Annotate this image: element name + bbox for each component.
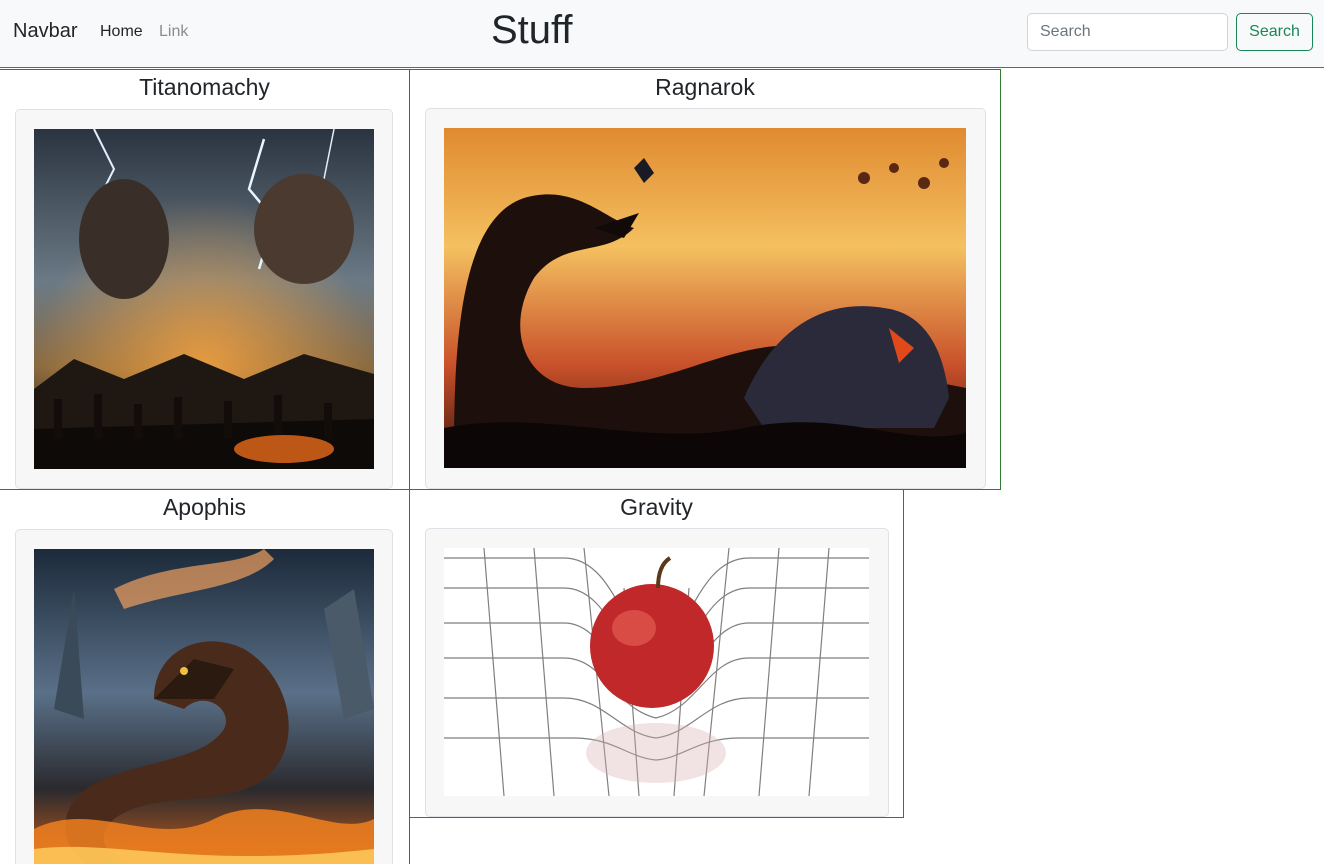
nav-link-home[interactable]: Home bbox=[100, 23, 143, 41]
card-title: Gravity bbox=[620, 494, 693, 520]
ragnarok-image[interactable] bbox=[444, 128, 966, 468]
titanomachy-image[interactable] bbox=[34, 129, 374, 469]
apophis-image[interactable] bbox=[34, 549, 374, 864]
nav-link-link[interactable]: Link bbox=[159, 23, 188, 41]
navbar: Navbar Home Link Stuff Search bbox=[0, 0, 1324, 68]
card-apophis: Apophis bbox=[0, 489, 410, 864]
card-title: Apophis bbox=[162, 494, 247, 520]
card-titanomachy: Titanomachy bbox=[0, 69, 410, 490]
search-input[interactable] bbox=[1027, 13, 1228, 51]
card-title: Titanomachy bbox=[139, 74, 270, 100]
card-gravity: Gravity bbox=[409, 489, 904, 818]
page-title: Stuff bbox=[491, 8, 573, 52]
navbar-brand[interactable]: Navbar bbox=[13, 20, 77, 43]
card-ragnarok: Ragnarok bbox=[409, 69, 1001, 490]
card-title: Ragnarok bbox=[655, 74, 755, 100]
gravity-image[interactable] bbox=[444, 548, 869, 796]
search-button[interactable]: Search bbox=[1236, 13, 1313, 51]
